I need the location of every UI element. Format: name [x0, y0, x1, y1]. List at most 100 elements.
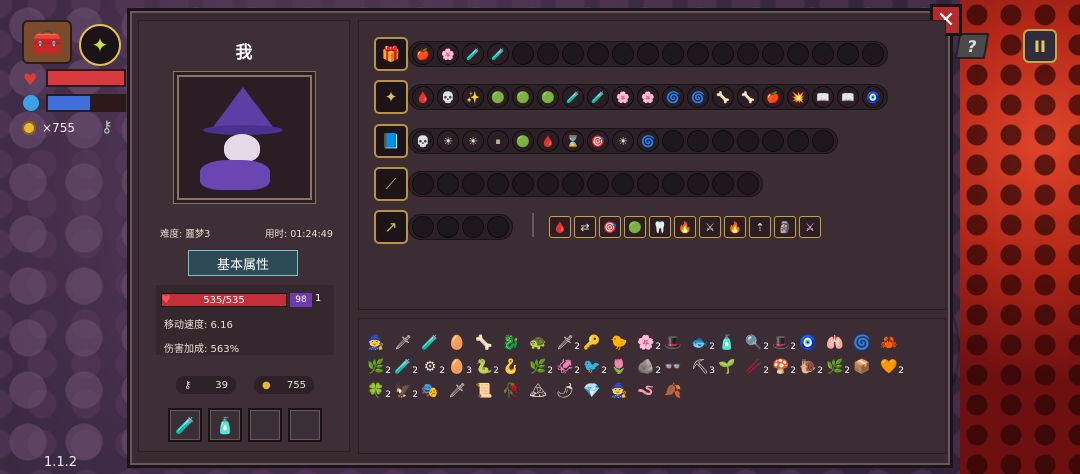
item-icon[interactable]: 🍀 2: [364, 376, 391, 400]
upgrade-slot[interactable]: [512, 43, 534, 65]
item-icon[interactable]: 🍂: [661, 376, 685, 398]
upgrade-slot[interactable]: [462, 173, 484, 195]
item-icon[interactable]: 🗡: [445, 376, 469, 398]
upgrade-slot[interactable]: [612, 173, 634, 195]
item-icon[interactable]: 🦀: [877, 328, 901, 350]
item-icon[interactable]: 🍄 2: [769, 352, 796, 376]
upgrade-slot[interactable]: [687, 43, 709, 65]
upgrade-slot[interactable]: [612, 43, 634, 65]
upgrade-chip[interactable]: ⚔: [799, 216, 821, 238]
upgrade-chip[interactable]: 🗿: [774, 216, 796, 238]
potion-slot[interactable]: [288, 408, 322, 442]
upgrade-slot[interactable]: 🟢: [487, 86, 509, 108]
item-icon[interactable]: 🌱: [715, 352, 739, 374]
upgrade-slot[interactable]: [437, 173, 459, 195]
upgrade-slot[interactable]: 🌀: [637, 130, 659, 152]
item-icon[interactable]: 🐦 2: [580, 352, 607, 376]
item-icon[interactable]: 🌸 2: [634, 328, 661, 352]
item-icon[interactable]: 🌷: [607, 352, 631, 374]
upgrade-slot[interactable]: [762, 43, 784, 65]
item-icon[interactable]: 🪝: [499, 352, 523, 374]
upgrade-slot[interactable]: [737, 173, 759, 195]
upgrade-slot[interactable]: ☀: [437, 130, 459, 152]
upgrade-slot[interactable]: ⏸: [487, 130, 509, 152]
upgrade-slot[interactable]: 🧪: [487, 43, 509, 65]
upgrade-chip[interactable]: 🦷: [649, 216, 671, 238]
staff-icon[interactable]: ✦: [374, 80, 408, 114]
item-icon[interactable]: 🧙: [364, 328, 388, 350]
upgrade-slot[interactable]: 🧪: [462, 43, 484, 65]
upgrade-slot[interactable]: [837, 43, 859, 65]
upgrade-slot[interactable]: [687, 130, 709, 152]
upgrade-slot[interactable]: 🌀: [662, 86, 684, 108]
item-icon[interactable]: 🦅 2: [391, 376, 418, 400]
upgrade-slot[interactable]: [412, 216, 434, 238]
spellbook-icon[interactable]: 📘: [374, 124, 408, 158]
upgrade-slot[interactable]: 🍎: [412, 43, 434, 65]
upgrade-slot[interactable]: [487, 216, 509, 238]
item-icon[interactable]: 🗡: [391, 328, 415, 350]
item-icon[interactable]: 🐌 2: [796, 352, 823, 376]
item-icon[interactable]: 🫁: [823, 328, 847, 350]
item-icon[interactable]: 🗡 2: [553, 328, 580, 352]
upgrade-slot[interactable]: [737, 43, 759, 65]
upgrade-slot[interactable]: [637, 173, 659, 195]
upgrade-slot[interactable]: [537, 43, 559, 65]
item-icon[interactable]: 🧴: [715, 328, 739, 350]
upgrade-slot[interactable]: 🍎: [762, 86, 784, 108]
upgrade-slot[interactable]: 🌸: [437, 43, 459, 65]
chest-icon[interactable]: 🧰: [22, 20, 72, 64]
upgrade-slot[interactable]: [662, 43, 684, 65]
item-icon[interactable]: ⛏ 3: [688, 352, 715, 376]
upgrade-slot[interactable]: 🩸: [537, 130, 559, 152]
upgrade-slot[interactable]: [812, 43, 834, 65]
upgrade-chip[interactable]: ⇡: [749, 216, 771, 238]
item-icon[interactable]: 🥚: [445, 328, 469, 350]
staff-weapon-icon[interactable]: ✦: [79, 24, 121, 66]
item-icon[interactable]: 🎩: [661, 328, 685, 350]
upgrade-slot[interactable]: [737, 130, 759, 152]
potion-slot[interactable]: 🧪: [168, 408, 202, 442]
item-icon[interactable]: 🥚 3: [445, 352, 472, 376]
upgrade-chip[interactable]: ⚔: [699, 216, 721, 238]
upgrade-slot[interactable]: [562, 173, 584, 195]
item-icon[interactable]: 🐍 2: [472, 352, 499, 376]
upgrade-slot[interactable]: ☀: [462, 130, 484, 152]
upgrade-slot[interactable]: 🩸: [412, 86, 434, 108]
item-icon[interactable]: 🧿: [796, 328, 820, 350]
item-icon[interactable]: 🎭: [418, 376, 442, 398]
upgrade-slot[interactable]: ⌛: [562, 130, 584, 152]
item-icon[interactable]: 🥀: [499, 376, 523, 398]
upgrade-slot[interactable]: [787, 130, 809, 152]
upgrade-slot[interactable]: [637, 43, 659, 65]
upgrade-slot[interactable]: 🦴: [737, 86, 759, 108]
upgrade-chip[interactable]: ⇄: [574, 216, 596, 238]
upgrade-slot[interactable]: 💀: [437, 86, 459, 108]
upgrade-slot[interactable]: [512, 173, 534, 195]
item-icon[interactable]: 📜: [472, 376, 496, 398]
upgrade-slot[interactable]: 🟢: [512, 86, 534, 108]
upgrade-slot[interactable]: 🌀: [687, 86, 709, 108]
upgrade-chip[interactable]: 🩸: [549, 216, 571, 238]
upgrade-slot[interactable]: 🧪: [562, 86, 584, 108]
item-icon[interactable]: 🐢: [526, 328, 550, 350]
upgrade-slot[interactable]: [862, 43, 884, 65]
item-icon[interactable]: 🌿 2: [823, 352, 850, 376]
item-icon[interactable]: 🐟 2: [688, 328, 715, 352]
item-icon[interactable]: 🪱: [634, 376, 658, 398]
upgrade-slot[interactable]: [537, 173, 559, 195]
upgrade-chip[interactable]: 🟢: [624, 216, 646, 238]
upgrade-slot[interactable]: 📖: [812, 86, 834, 108]
upgrade-slot[interactable]: [412, 173, 434, 195]
upgrade-slot[interactable]: [437, 216, 459, 238]
upgrade-slot[interactable]: [687, 173, 709, 195]
chest-icon[interactable]: 🎁: [374, 37, 408, 71]
upgrade-slot[interactable]: [712, 130, 734, 152]
upgrade-slot[interactable]: [662, 130, 684, 152]
upgrade-slot[interactable]: [712, 173, 734, 195]
upgrade-chip[interactable]: 🔥: [674, 216, 696, 238]
item-icon[interactable]: 🌿 2: [364, 352, 391, 376]
upgrade-slot[interactable]: [487, 173, 509, 195]
item-icon[interactable]: 🌶: [553, 376, 577, 398]
upgrade-slot[interactable]: 🧿: [862, 86, 884, 108]
